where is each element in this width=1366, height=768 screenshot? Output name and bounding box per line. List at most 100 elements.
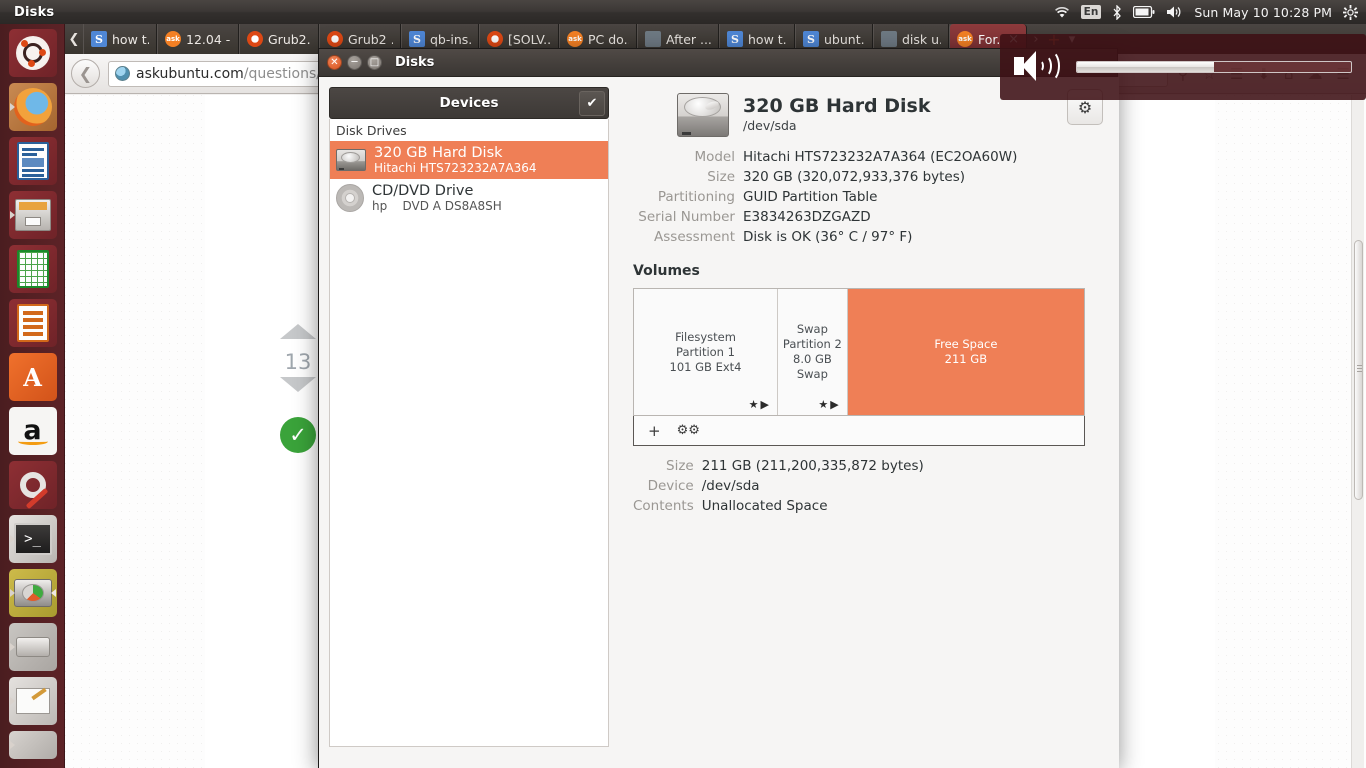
drive-info-key: Model	[694, 149, 735, 165]
keyboard-layout-indicator[interactable]: En	[1080, 5, 1102, 19]
drive-info-value: E3834263DZGAZD	[743, 209, 871, 225]
devices-confirm-button[interactable]: ✔	[579, 91, 605, 116]
volume-segment[interactable]: Swap Partition 2 8.0 GB Swap ★▶	[778, 289, 848, 415]
minimize-window-icon[interactable]: ─	[347, 55, 362, 70]
volume-toolbar: + ⚙⚙	[633, 416, 1085, 446]
volume-icon[interactable]	[1166, 5, 1183, 19]
volume-info-row: Size 211 GB (211,200,335,872 bytes)	[633, 456, 924, 476]
running-indicator-icon	[9, 589, 15, 597]
drive-info-key: Assessment	[654, 229, 735, 245]
create-partition-icon[interactable]: +	[648, 422, 661, 440]
cd-dvd-icon	[336, 184, 364, 212]
drive-title: 320 GB Hard Disk	[743, 95, 931, 117]
volume-segment-name: Free Space	[934, 337, 998, 351]
disks-window: ✕ ─ □ Disks Devices ✔ Disk Drives 320 GB…	[318, 48, 1119, 768]
launcher-item-ubuntu-software[interactable]: A	[8, 353, 57, 401]
window-title: Disks	[395, 55, 435, 70]
browser-tab[interactable]: ask 12.04 -...	[157, 24, 239, 54]
launcher-item-printers[interactable]	[8, 623, 57, 671]
close-window-icon[interactable]: ✕	[327, 55, 342, 70]
launcher-item-text-editor[interactable]	[8, 677, 57, 725]
drive-info-value: Disk is OK (36° C / 97° F)	[743, 229, 913, 245]
ask-favicon-icon: ask	[165, 31, 181, 47]
device-name: CD/DVD Drive	[372, 183, 474, 199]
ubuntu-favicon-icon	[327, 31, 343, 47]
launcher-item-libreoffice-writer[interactable]	[8, 137, 57, 185]
volume-segment-detail: 211 GB	[944, 352, 988, 366]
so-favicon-icon: S	[803, 31, 819, 47]
volumes-label: Volumes	[633, 263, 700, 279]
device-row-hard-disk[interactable]: 320 GB Hard Disk Hitachi HTS723232A7A364	[330, 141, 608, 179]
launcher-item-terminal[interactable]: >_	[8, 515, 57, 563]
running-indicator-icon	[9, 697, 15, 705]
launcher-item-extra[interactable]	[8, 731, 57, 759]
maximize-window-icon[interactable]: □	[367, 55, 382, 70]
browser-tab[interactable]: Grub2...	[239, 24, 319, 54]
launcher-item-libreoffice-calc[interactable]	[8, 245, 57, 293]
clock-indicator[interactable]: Sun May 10 10:28 PM	[1194, 5, 1332, 20]
back-arrow-icon[interactable]: ❮	[71, 59, 100, 88]
volume-bar: Filesystem Partition 1 101 GB Ext4 ★▶ Swap Pa…	[633, 288, 1085, 416]
battery-icon[interactable]	[1133, 6, 1155, 18]
gen-favicon-icon	[881, 31, 897, 47]
scrollbar-thumb[interactable]	[1354, 240, 1363, 500]
panel-app-title[interactable]: Disks	[14, 5, 54, 20]
vote-down-button[interactable]	[280, 377, 316, 399]
browser-tab[interactable]: Show t...	[83, 24, 157, 54]
drive-info-value: Hitachi HTS723232A7A364 (EC2OA60W)	[743, 149, 1018, 165]
panel-indicators: En Sun May 10 10:28 PM	[1054, 4, 1366, 20]
so-favicon-icon: S	[727, 31, 743, 47]
device-row-cd-dvd[interactable]: CD/DVD Drive hp DVD A DS8A8SH	[330, 179, 608, 217]
ubuntu-favicon-icon	[487, 31, 503, 47]
drive-info-key: Serial Number	[638, 209, 735, 225]
launcher-item-libreoffice-impress[interactable]	[8, 299, 57, 347]
launcher-item-ubuntu-dash[interactable]	[8, 29, 57, 77]
screen: ❮ Show t... ask 12.04 -... Grub2... Grub2 ..…	[0, 0, 1366, 768]
vote-count: 13	[284, 350, 312, 374]
drive-info-row: Assessment Disk is OK (36° C / 97° F)	[633, 227, 1017, 247]
volume-segment-actions-icon[interactable]: ★▶	[818, 397, 840, 412]
drive-info-row: Size 320 GB (320,072,933,376 bytes)	[633, 167, 1017, 187]
hard-disk-icon	[336, 149, 366, 171]
browser-tab-label: [SOLV...	[508, 31, 551, 47]
ask-favicon-icon: ask	[567, 31, 583, 47]
launcher-item-disks[interactable]	[8, 569, 57, 617]
ask-favicon-icon: ask	[957, 31, 973, 47]
unity-top-panel: Disks En Sun May 10 10:28 PM	[0, 0, 1366, 24]
gen-favicon-icon	[645, 31, 661, 47]
volume-segment-detail: 101 GB Ext4	[669, 359, 742, 374]
launcher-item-amazon[interactable]: a	[8, 407, 57, 455]
tab-scroll-left-icon[interactable]: ❮	[65, 24, 83, 54]
wifi-icon[interactable]	[1054, 6, 1070, 19]
site-identity-icon	[115, 66, 130, 81]
devices-header-title: Devices	[439, 95, 499, 111]
so-favicon-icon: S	[409, 31, 425, 47]
volume-info-value: Unallocated Space	[701, 498, 828, 514]
launcher-item-firefox[interactable]	[8, 83, 57, 131]
volume-segment-free-space[interactable]: Free Space 211 GB	[847, 289, 1084, 415]
page-scrollbar[interactable]: ▼	[1351, 95, 1364, 768]
volume-slider-fill	[1077, 62, 1214, 72]
vote-up-button[interactable]	[280, 324, 316, 346]
browser-tab-label: After ...	[666, 31, 711, 47]
drive-device-path: /dev/sda	[743, 118, 797, 133]
launcher-item-files[interactable]	[8, 191, 57, 239]
partition-options-gears-icon[interactable]: ⚙⚙	[677, 423, 700, 438]
accepted-answer-icon: ✓	[280, 417, 316, 453]
device-name: 320 GB Hard Disk	[374, 145, 503, 161]
disks-titlebar[interactable]: ✕ ─ □ Disks	[319, 49, 1117, 77]
volume-segment[interactable]: Filesystem Partition 1 101 GB Ext4 ★▶	[634, 289, 778, 415]
running-indicator-icon	[9, 103, 15, 111]
launcher-item-system-settings[interactable]	[8, 461, 57, 509]
volume-segment-actions-icon[interactable]: ★▶	[749, 397, 771, 412]
volume-slider[interactable]	[1076, 61, 1352, 73]
drive-info-row: Model Hitachi HTS723232A7A364 (EC2OA60W)	[633, 147, 1017, 167]
browser-tab-label: disk u...	[902, 31, 941, 47]
session-gear-icon[interactable]	[1343, 4, 1358, 20]
volume-segment-partition: Partition 2	[782, 337, 842, 351]
bluetooth-icon[interactable]	[1112, 4, 1122, 20]
browser-tab-label: how t...	[748, 31, 787, 47]
browser-tab-label: Grub2...	[268, 31, 311, 47]
volume-segment-detail: 8.0 GB Swap	[793, 352, 832, 381]
drive-info-row: Partitioning GUID Partition Table	[633, 187, 1017, 207]
